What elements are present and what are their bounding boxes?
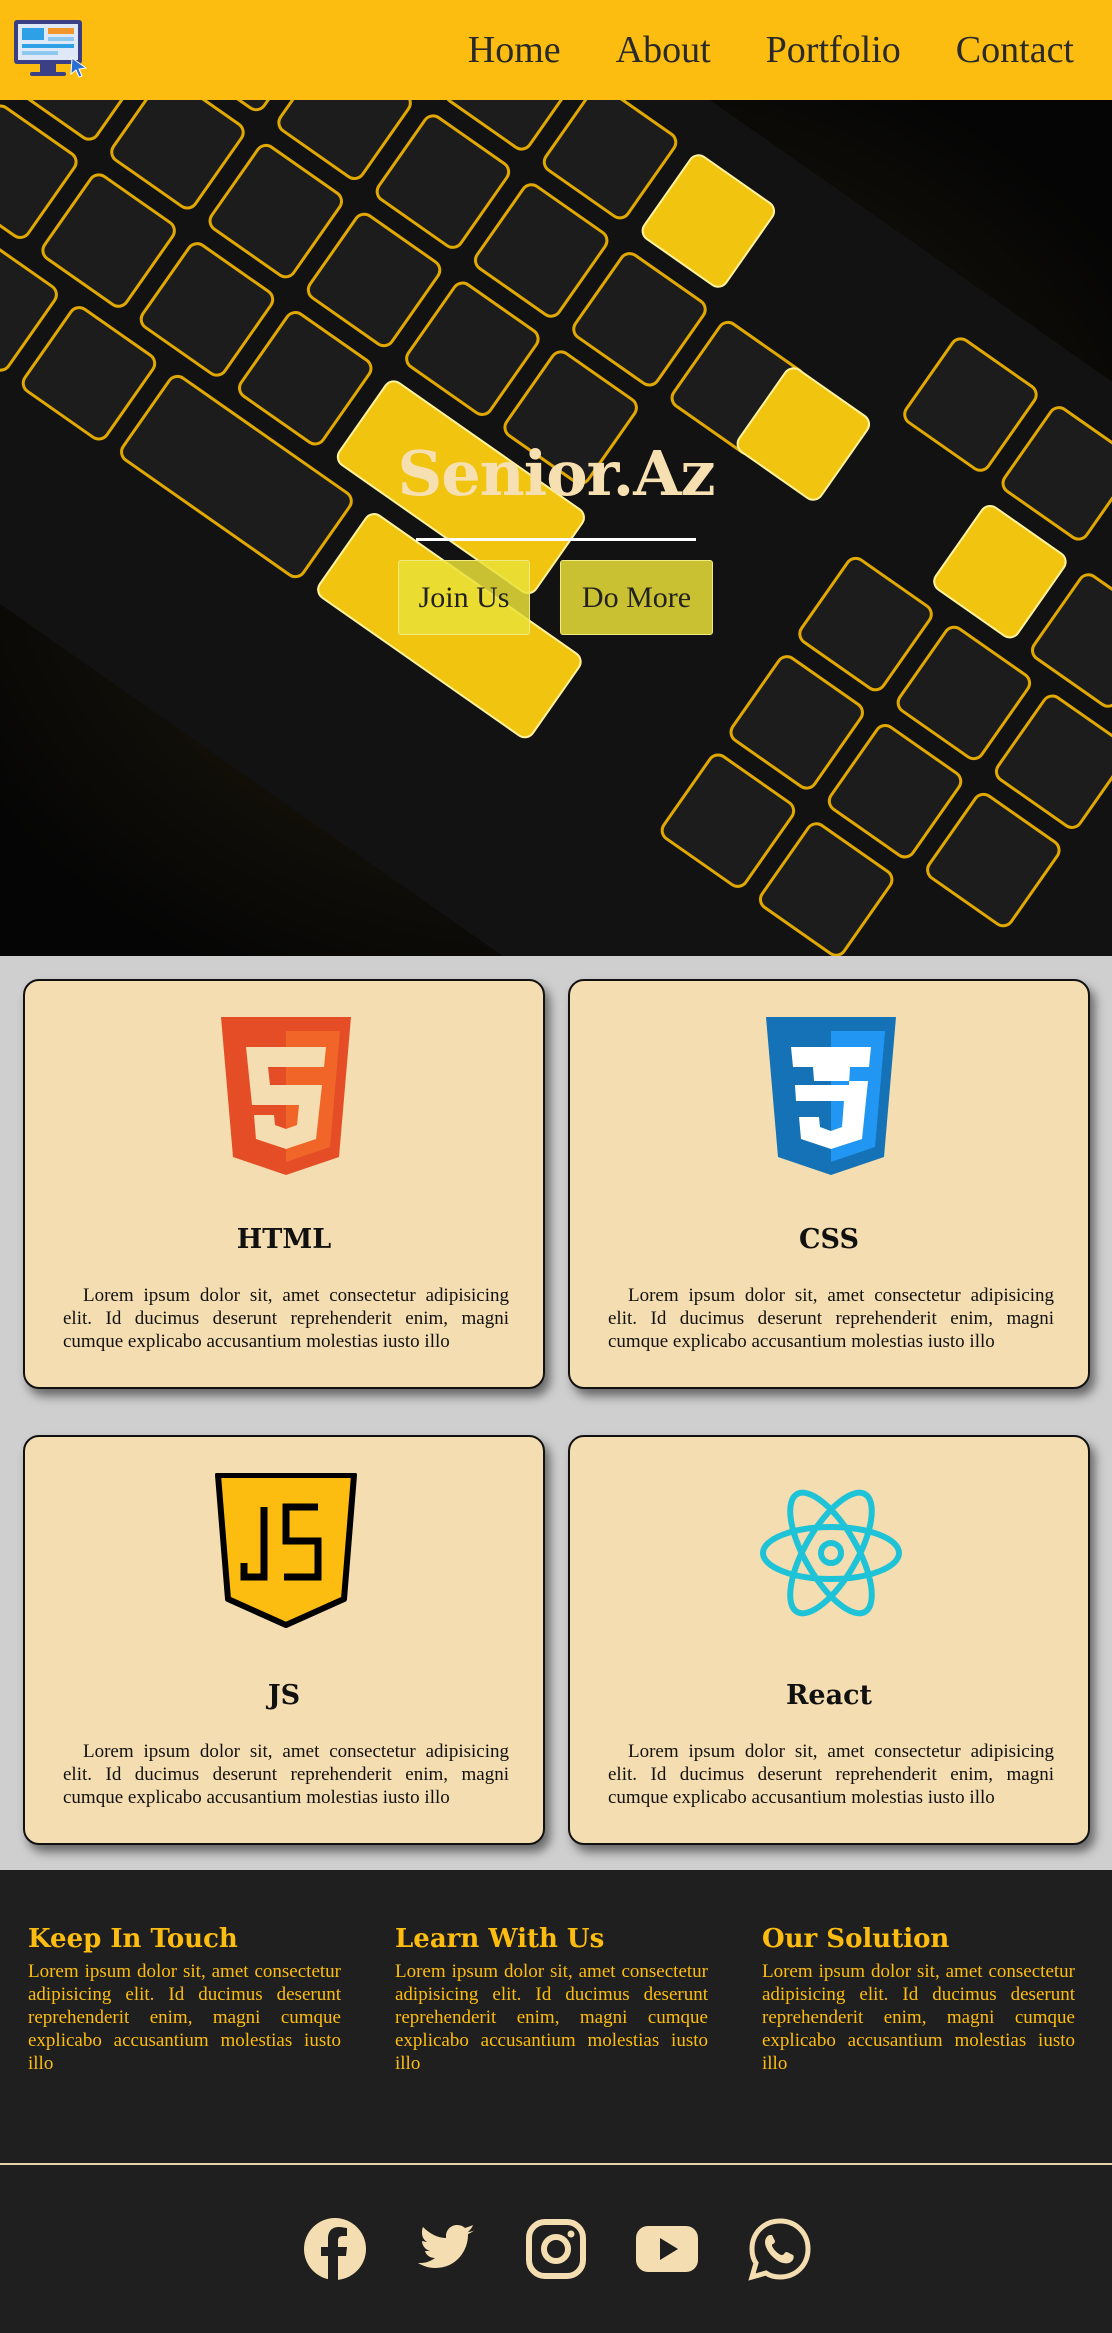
css3-icon [766, 1017, 896, 1175]
javascript-icon [215, 1473, 357, 1628]
twitter-icon[interactable] [413, 2216, 479, 2282]
nav-link-about[interactable]: About [616, 28, 711, 72]
card-react: React Lorem ipsum dolor sit, amet consec… [568, 1435, 1090, 1845]
footer: Keep In Touch Lorem ipsum dolor sit, ame… [0, 1870, 1112, 2333]
facebook-icon[interactable] [302, 2216, 368, 2282]
footer-column-title: Our Solution [762, 1924, 950, 1954]
nav-link-contact[interactable]: Contact [956, 28, 1074, 72]
footer-column-text: Lorem ipsum dolor sit, amet consectetur … [28, 1961, 341, 2074]
join-us-button[interactable]: Join Us [398, 560, 530, 635]
nav-links: Home About Portfolio Contact [468, 0, 1074, 100]
card-js: JS Lorem ipsum dolor sit, amet consectet… [23, 1435, 545, 1845]
nav-link-home[interactable]: Home [468, 28, 561, 72]
instagram-icon[interactable] [523, 2216, 589, 2282]
social-links [0, 2216, 1112, 2286]
whatsapp-icon[interactable] [747, 2216, 813, 2282]
hero-divider [416, 538, 696, 541]
html5-icon [221, 1017, 351, 1175]
tech-cards-section: HTML Lorem ipsum dolor sit, amet consect… [0, 956, 1112, 1870]
card-text: Lorem ipsum dolor sit, amet consectetur … [608, 1285, 1054, 1352]
card-title: HTML [236, 1224, 332, 1255]
react-icon [760, 1489, 902, 1617]
youtube-icon[interactable] [634, 2216, 700, 2282]
footer-column-keep-in-touch: Keep In Touch Lorem ipsum dolor sit, ame… [28, 1924, 341, 2075]
footer-column-our-solution: Our Solution Lorem ipsum dolor sit, amet… [762, 1924, 1075, 2075]
footer-column-title: Learn With Us [395, 1924, 605, 1954]
keyboard-background-image [0, 100, 1112, 956]
navbar: Home About Portfolio Contact [0, 0, 1112, 100]
card-text: Lorem ipsum dolor sit, amet consectetur … [608, 1741, 1054, 1808]
footer-column-learn-with-us: Learn With Us Lorem ipsum dolor sit, ame… [395, 1924, 708, 2075]
card-css: CSS Lorem ipsum dolor sit, amet consecte… [568, 979, 1090, 1389]
card-title: CSS [799, 1224, 859, 1255]
monitor-logo-icon[interactable] [12, 18, 90, 80]
card-text: Lorem ipsum dolor sit, amet consectetur … [63, 1741, 509, 1808]
hero-section: Senior.Az Join Us Do More [0, 100, 1112, 956]
do-more-button[interactable]: Do More [560, 560, 713, 635]
footer-divider [0, 2163, 1112, 2165]
footer-column-text: Lorem ipsum dolor sit, amet consectetur … [395, 1961, 708, 2074]
footer-column-text: Lorem ipsum dolor sit, amet consectetur … [762, 1961, 1075, 2074]
hero-title: Senior.Az [397, 437, 715, 510]
card-html: HTML Lorem ipsum dolor sit, amet consect… [23, 979, 545, 1389]
card-title: JS [267, 1680, 301, 1711]
card-text: Lorem ipsum dolor sit, amet consectetur … [63, 1285, 509, 1352]
card-title: React [785, 1680, 873, 1711]
footer-column-title: Keep In Touch [28, 1924, 238, 1954]
nav-link-portfolio[interactable]: Portfolio [766, 28, 901, 72]
